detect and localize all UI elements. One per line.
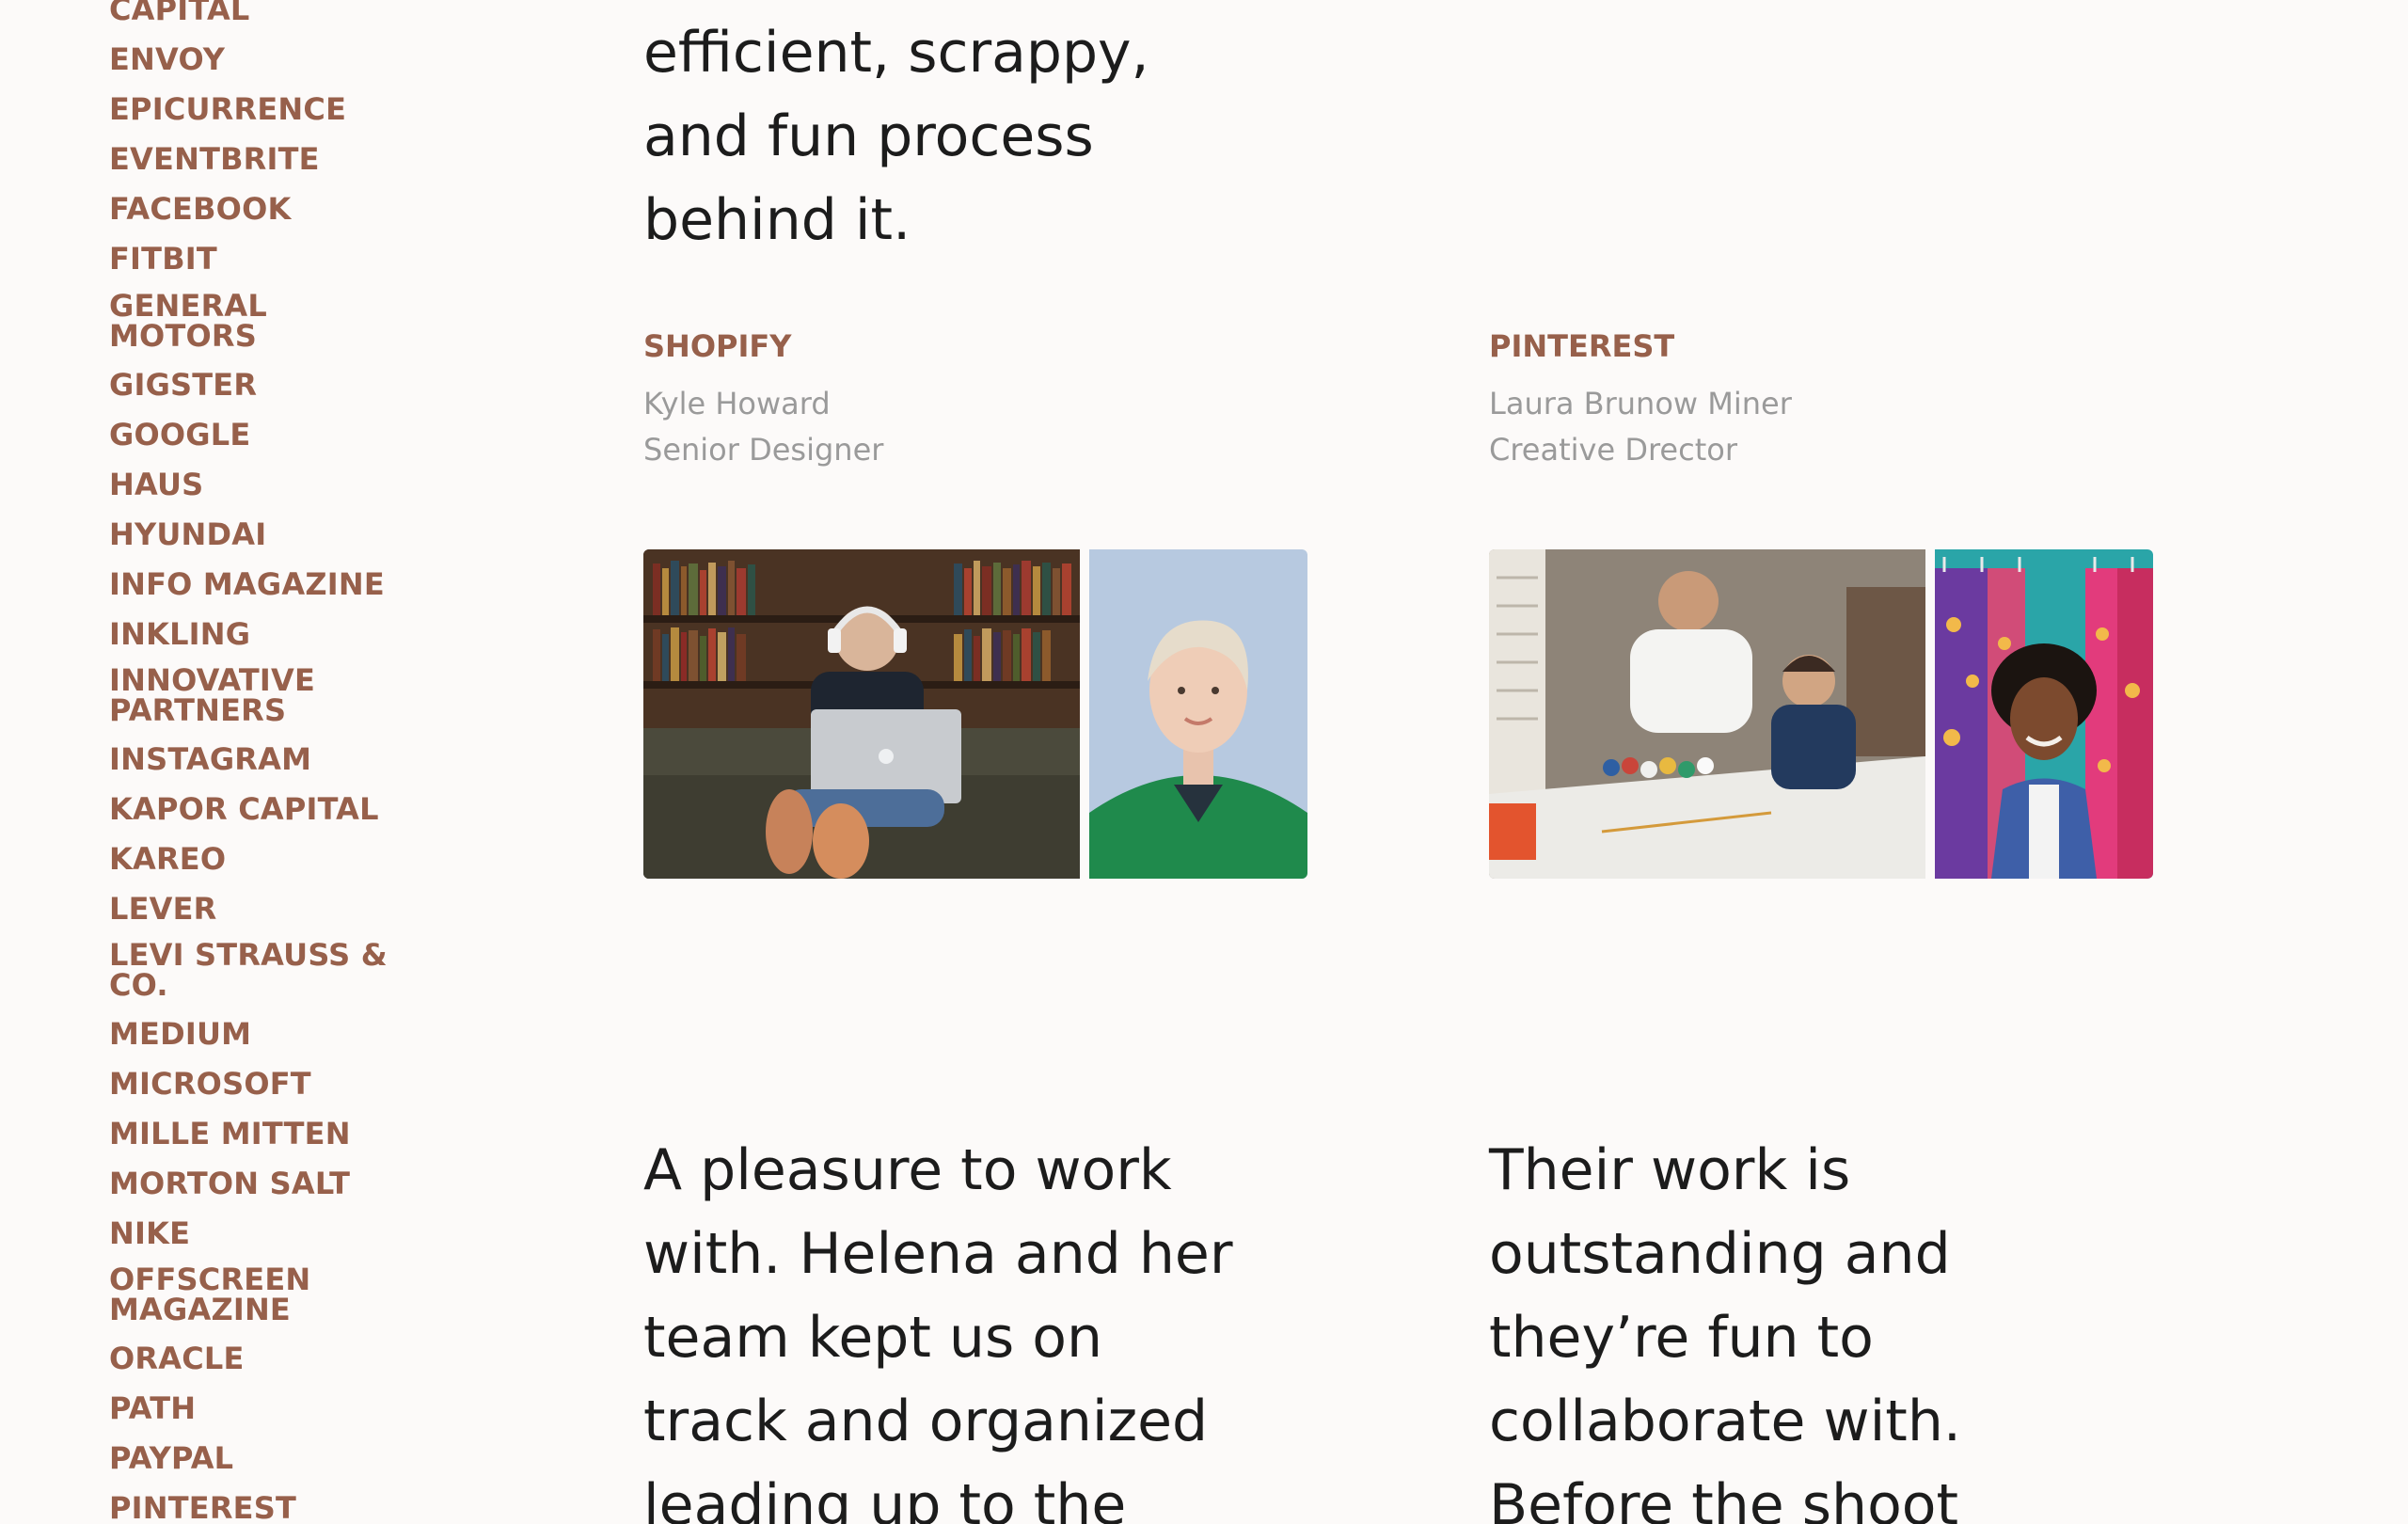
client-link-general-motors[interactable]: GENERAL MOTORS <box>109 291 391 351</box>
client-link-medium[interactable]: MEDIUM <box>109 1019 391 1049</box>
client-link-morton-salt[interactable]: MORTON SALT <box>109 1168 391 1199</box>
client-link-offscreen-magazine[interactable]: OFFSCREEN MAGAZINE <box>109 1264 391 1325</box>
quote-line: leading up to the <box>643 1472 1127 1524</box>
intro-text: efficient, scrappy, and fun process behi… <box>643 11 1302 262</box>
person-title: Senior Designer <box>643 432 884 468</box>
quote-line: A pleasure to work <box>643 1137 1172 1203</box>
quote-line: outstanding and <box>1489 1221 1951 1287</box>
client-link-gigster[interactable]: GIGSTER <box>109 370 391 400</box>
client-link-info-magazine[interactable]: INFO MAGAZINE <box>109 569 391 599</box>
man-with-laptop-photo <box>643 549 1080 879</box>
client-link-pinterest[interactable]: PINTEREST <box>109 1493 391 1523</box>
client-link-paypal[interactable]: PAYPAL <box>109 1443 391 1473</box>
person-name: Laura Brunow Miner <box>1489 386 1792 421</box>
woman-fabrics-photo <box>1935 549 2153 879</box>
client-link-capital[interactable]: CAPITAL <box>109 0 391 24</box>
quote-line: track and organized <box>643 1389 1209 1454</box>
client-link-facebook[interactable]: FACEBOOK <box>109 194 391 224</box>
testimonial-quote: A pleasure to work with. Helena and her … <box>643 1129 1232 1524</box>
client-link-inkling[interactable]: INKLING <box>109 619 391 649</box>
client-link-fitbit[interactable]: FITBIT <box>109 244 391 274</box>
client-link-kareo[interactable]: KAREO <box>109 844 391 874</box>
quote-line: Before the shoot <box>1489 1472 1959 1524</box>
client-link-path[interactable]: PATH <box>109 1393 391 1423</box>
quote-line: collaborate with. <box>1489 1389 1961 1454</box>
client-link-eventbrite[interactable]: EVENTBRITE <box>109 144 391 174</box>
client-link-instagram[interactable]: INSTAGRAM <box>109 744 391 774</box>
client-link-oracle[interactable]: ORACLE <box>109 1343 391 1373</box>
client-link-mille-mitten[interactable]: MILLE MITTEN <box>109 1119 391 1149</box>
testimonial-quote: Their work is outstanding and they’re fu… <box>1489 1129 1961 1524</box>
client-link-hyundai[interactable]: HYUNDAI <box>109 519 391 549</box>
quote-line: with. Helena and her <box>643 1221 1233 1287</box>
client-link-lever[interactable]: LEVER <box>109 894 391 924</box>
client-link-levi-strauss[interactable]: LEVI STRAUSS & CO. <box>109 940 391 1000</box>
company-name[interactable]: SHOPIFY <box>643 327 791 365</box>
quote-line: they’re fun to <box>1489 1305 1874 1371</box>
client-link-microsoft[interactable]: MICROSOFT <box>109 1069 391 1099</box>
intro-line: efficient, scrappy, <box>643 20 1149 86</box>
client-link-innovative-partners[interactable]: INNOVATIVE PARTNERS <box>109 665 391 725</box>
intro-line: behind it. <box>643 187 911 253</box>
quote-line: Their work is <box>1489 1137 1851 1203</box>
client-link-kapor-capital[interactable]: KAPOR CAPITAL <box>109 794 391 824</box>
client-link-google[interactable]: GOOGLE <box>109 420 391 450</box>
father-son-painting-photo <box>1489 549 1925 879</box>
company-name[interactable]: PINTEREST <box>1489 327 1674 365</box>
intro-line: and fun process <box>643 103 1094 169</box>
client-link-haus[interactable]: HAUS <box>109 469 391 500</box>
client-link-nike[interactable]: NIKE <box>109 1218 391 1248</box>
person-title: Creative Drector <box>1489 432 1737 468</box>
client-link-epicurrence[interactable]: EPICURRENCE <box>109 94 391 124</box>
woman-green-sweater-photo <box>1089 549 1307 879</box>
person-name: Kyle Howard <box>643 386 831 421</box>
quote-line: team kept us on <box>643 1305 1103 1371</box>
client-link-envoy[interactable]: ENVOY <box>109 44 391 74</box>
